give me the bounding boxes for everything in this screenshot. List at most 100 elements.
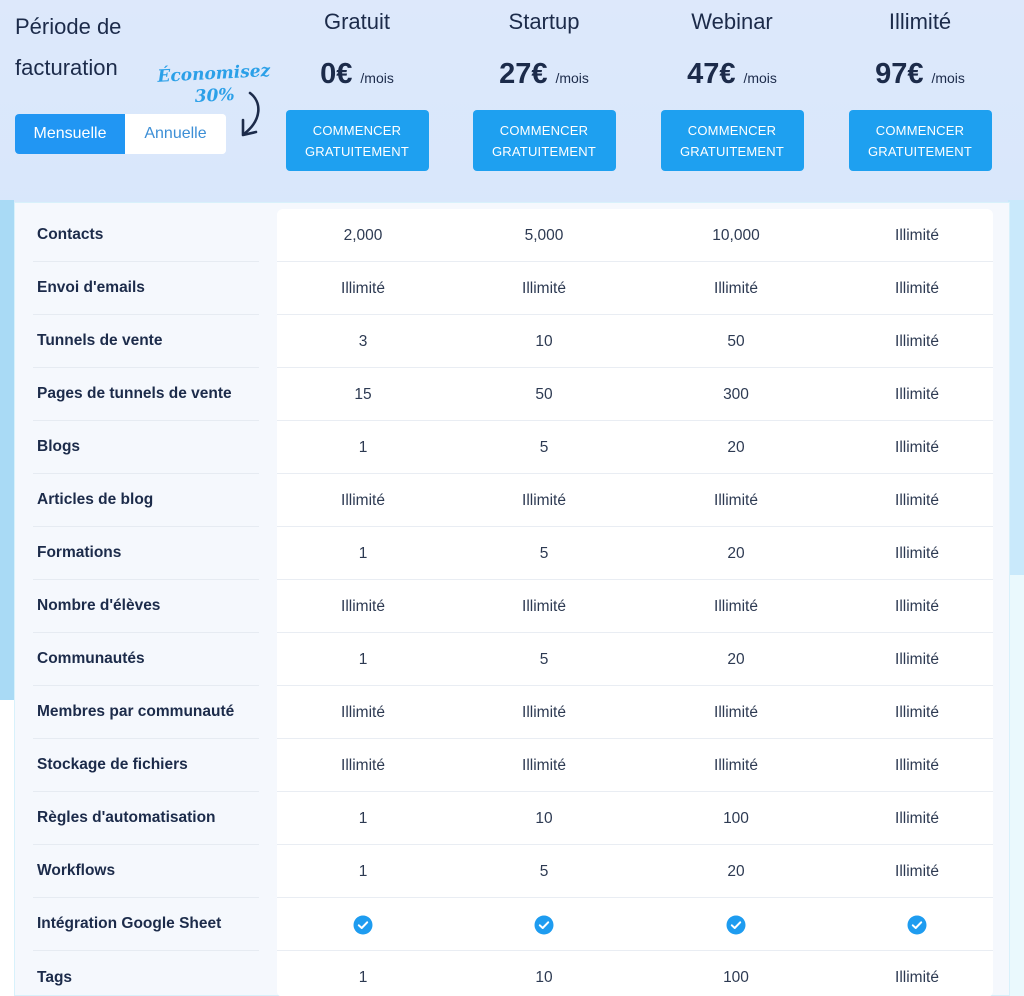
feature-value: Illimité <box>895 491 939 509</box>
plan-gratuit: Gratuit 0€ /mois COMMENCER GRATUITEMENT <box>262 0 452 171</box>
start-free-button[interactable]: COMMENCER GRATUITEMENT <box>285 110 429 171</box>
feature-value: 3 <box>358 332 368 350</box>
cta-line2: GRATUITEMENT <box>868 143 972 159</box>
feature-row: Règles d'automatisation 1 10 100 Illimité <box>15 792 1011 845</box>
feature-value: 100 <box>723 968 749 986</box>
feature-values: Illimité Illimité Illimité Illimité <box>277 262 993 315</box>
plan-name: Webinar <box>691 9 773 34</box>
feature-value: Illimité <box>522 491 566 509</box>
feature-value: 10 <box>535 809 553 827</box>
start-free-button[interactable]: COMMENCER GRATUITEMENT <box>848 110 992 171</box>
feature-values: Illimité Illimité Illimité Illimité <box>277 474 993 527</box>
feature-value: Illimité <box>341 279 385 297</box>
cta-line1: COMMENCER <box>875 122 965 138</box>
feature-value: 1 <box>358 968 368 986</box>
feature-label: Membres par communauté <box>33 686 259 739</box>
feature-label: Règles d'automatisation <box>33 792 259 845</box>
feature-value: Illimité <box>895 756 939 774</box>
feature-label: Workflows <box>33 845 259 898</box>
feature-value: 5 <box>539 650 549 668</box>
feature-value: 1 <box>358 544 368 562</box>
feature-value: 5 <box>539 544 549 562</box>
feature-row: Tags 1 10 100 Illimité <box>15 951 1011 996</box>
price-unit: /mois <box>555 70 589 86</box>
feature-value: Illimité <box>714 756 758 774</box>
feature-row: Formations 1 5 20 Illimité <box>15 527 1011 580</box>
price-unit: /mois <box>360 70 394 86</box>
billing-period-title-line2: facturation <box>15 55 118 80</box>
billing-period-title-line1: Période de <box>15 14 122 39</box>
start-free-button[interactable]: COMMENCER GRATUITEMENT <box>660 110 804 171</box>
feature-value: Illimité <box>341 597 385 615</box>
feature-value: Illimité <box>522 597 566 615</box>
feature-label: Articles de blog <box>33 474 259 527</box>
feature-value: Illimité <box>895 385 939 403</box>
background-accent-left <box>0 200 14 700</box>
feature-value: Illimité <box>341 491 385 509</box>
feature-row: Nombre d'élèves Illimité Illimité Illimité I… <box>15 580 1011 633</box>
feature-value: 5 <box>539 438 549 456</box>
feature-value: 300 <box>723 385 749 403</box>
feature-value: 50 <box>727 332 745 350</box>
start-free-button[interactable]: COMMENCER GRATUITEMENT <box>472 110 616 171</box>
feature-value: 20 <box>727 862 745 880</box>
feature-row: Workflows 1 5 20 Illimité <box>15 845 1011 898</box>
feature-values: 3 10 50 Illimité <box>277 315 993 368</box>
feature-value: Illimité <box>714 491 758 509</box>
price-amount: 27€ <box>499 58 548 90</box>
feature-value: Illimité <box>895 650 939 668</box>
feature-label: Nombre d'élèves <box>33 580 259 633</box>
feature-value-check <box>827 898 1007 951</box>
feature-value: Illimité <box>714 279 758 297</box>
price-amount: 0€ <box>320 58 353 90</box>
feature-values: 1 5 20 Illimité <box>277 845 993 898</box>
feature-row: Contacts 2,000 5,000 10,000 Illimité <box>15 209 1011 262</box>
feature-row: Tunnels de vente 3 10 50 Illimité <box>15 315 1011 368</box>
feature-value: Illimité <box>895 438 939 456</box>
cta-line1: COMMENCER <box>499 122 589 138</box>
feature-values: Illimité Illimité Illimité Illimité <box>277 739 993 792</box>
feature-label: Tags <box>37 968 73 986</box>
feature-values: Illimité Illimité Illimité Illimité <box>277 580 993 633</box>
feature-label: Stockage de fichiers <box>33 739 259 792</box>
feature-value: 20 <box>727 544 745 562</box>
feature-label: Intégration Google Sheet <box>33 898 259 951</box>
feature-value: Illimité <box>714 597 758 615</box>
billing-period-title: Période de facturation <box>15 6 175 88</box>
feature-row: Communautés 1 5 20 Illimité <box>15 633 1011 686</box>
plan-price: 0€ /mois <box>262 58 452 90</box>
feature-value: 1 <box>358 438 368 456</box>
cta-line2: GRATUITEMENT <box>680 143 784 159</box>
feature-value: Illimité <box>895 703 939 721</box>
feature-label: Envoi d'emails <box>33 262 259 315</box>
feature-row: Pages de tunnels de vente 15 50 300 Illimité <box>15 368 1011 421</box>
feature-value: 1 <box>358 650 368 668</box>
check-icon <box>726 915 746 934</box>
pricing-header: Période de facturation Économisez 30% Me… <box>0 0 1024 200</box>
plan-startup: Startup 27€ /mois COMMENCER GRATUITEMENT <box>449 0 639 171</box>
toggle-monthly[interactable]: Mensuelle <box>15 114 125 154</box>
feature-value: 5 <box>539 862 549 880</box>
feature-row: Envoi d'emails Illimité Illimité Illimité Il… <box>15 262 1011 315</box>
feature-value: Illimité <box>895 968 939 986</box>
feature-value: 2,000 <box>343 226 383 244</box>
toggle-annual[interactable]: Annuelle <box>125 114 226 154</box>
feature-value: Illimité <box>522 279 566 297</box>
feature-values: 15 50 300 Illimité <box>277 368 993 421</box>
feature-label: Communautés <box>33 633 259 686</box>
feature-value: 100 <box>723 809 749 827</box>
feature-row: Articles de blog Illimité Illimité Illimité… <box>15 474 1011 527</box>
cta-line2: GRATUITEMENT <box>492 143 596 159</box>
feature-value: Illimité <box>895 226 939 244</box>
feature-value: Illimité <box>714 703 758 721</box>
feature-value: Illimité <box>895 809 939 827</box>
curved-arrow-icon <box>241 91 260 137</box>
feature-value: Illimité <box>895 332 939 350</box>
feature-values: 1 10 100 Illimité <box>277 792 993 845</box>
feature-values: 1 5 20 Illimité <box>277 633 993 686</box>
plan-price: 97€ /mois <box>825 58 1015 90</box>
feature-value: Illimité <box>895 279 939 297</box>
feature-value-check <box>454 898 634 951</box>
cta-line1: COMMENCER <box>312 122 402 138</box>
feature-row: Intégration Google Sheet <box>15 898 1011 951</box>
